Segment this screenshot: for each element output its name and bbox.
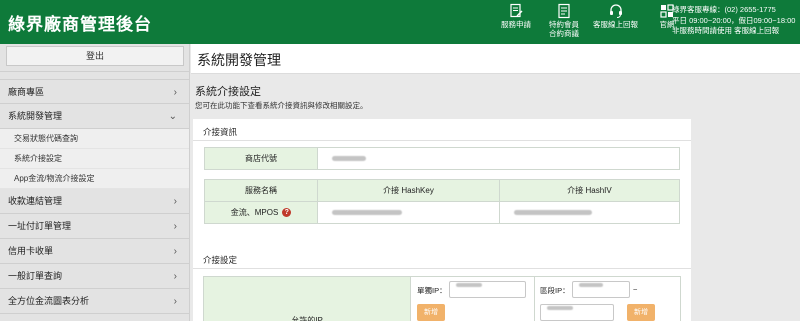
service-hours: 平日 09:00~20:00，假日09:00~18:00 xyxy=(672,15,796,25)
col-service-name: 服務名稱 xyxy=(204,179,318,202)
sidebar-item-label: 一址付訂單管理 xyxy=(8,221,72,231)
sidebar-item-merchant-zone[interactable]: 廠商專區 › xyxy=(0,79,189,104)
sidebar-item-payment-links[interactable]: 收款連結管理 › xyxy=(0,189,189,214)
section-description: 您可在此功能下查看系統介接資訊與修改相關設定。 xyxy=(195,101,368,110)
logout-area: 登出 xyxy=(0,44,189,72)
allowed-ip-label: 允許的IP xyxy=(204,277,411,321)
logout-button[interactable]: 登出 xyxy=(6,46,184,66)
add-single-ip-button[interactable]: 新增 xyxy=(417,304,445,321)
chevron-right-icon: › xyxy=(173,271,177,282)
hashiv-value xyxy=(499,201,680,224)
sidebar-item-credit-card[interactable]: 信用卡收單 › xyxy=(0,239,189,264)
document-edit-icon xyxy=(510,3,523,18)
chevron-down-icon: ⌄ xyxy=(168,111,177,122)
sidebar-item-analytics[interactable]: 全方位金流圖表分析 › xyxy=(0,289,189,314)
nav-support-report[interactable]: 客服線上回報 xyxy=(588,3,643,38)
sidebar-menu: 廠商專區 › 系統開發管理 ⌄ 交易狀態代碼查詢 系統介接設定 App金流/物流… xyxy=(0,79,189,314)
chevron-right-icon: › xyxy=(173,246,177,257)
sidebar-subitem-app-integration[interactable]: App金流/物流介接設定 xyxy=(0,169,189,189)
nav-label: 服務申請 xyxy=(501,20,531,29)
sidebar-item-label: 收款連結管理 xyxy=(8,196,63,206)
hash-table: 服務名稱 介接 HashKey 介接 HashIV 金流、MPOS? xyxy=(204,179,680,224)
hashkey-value xyxy=(317,201,500,224)
sidebar-item-label: 一般訂單查詢 xyxy=(8,271,63,281)
help-icon[interactable]: ? xyxy=(282,208,292,218)
page-title: 系統開發管理 xyxy=(197,52,281,68)
masked-value xyxy=(456,283,482,288)
sidebar: 登出 廠商專區 › 系統開發管理 ⌄ 交易狀態代碼查詢 系統介接設定 App金流… xyxy=(0,44,190,321)
range-ip-cell: 區段IP： ~ 新增 xyxy=(535,277,680,321)
sidebar-subitem-integration-settings[interactable]: 系統介接設定 xyxy=(0,149,189,169)
sidebar-item-label: 信用卡收單 xyxy=(8,246,54,256)
sidebar-item-order-search[interactable]: 一般訂單查詢 › xyxy=(0,264,189,289)
sidebar-item-label: 系統開發管理 xyxy=(8,111,63,121)
integration-settings-panel: 介接設定 允許的IP 單獨IP： 新增 區段IP： ~ 新增 xyxy=(193,247,691,321)
masked-value xyxy=(579,283,603,288)
section-title: 系統介接設定 xyxy=(195,86,261,98)
sidebar-item-onepage-orders[interactable]: 一址付訂單管理 › xyxy=(0,214,189,239)
panel-heading: 介接設定 xyxy=(193,247,691,269)
headset-icon xyxy=(609,4,622,18)
nav-label: 特約會員 合約商議 xyxy=(549,20,579,38)
service-hotline: 綠界客服專線：(02) 2655-1775 xyxy=(672,5,776,14)
main-content: 系統開發管理 系統介接設定 您可在此功能下查看系統介接資訊與修改相關設定。 介接… xyxy=(191,44,800,321)
top-nav: 服務申請 特約會員 合約商議 客服線上回報 官網 xyxy=(492,3,691,38)
masked-value xyxy=(332,156,366,162)
sidebar-item-label: 全方位金流圖表分析 xyxy=(8,296,90,306)
chevron-right-icon: › xyxy=(173,296,177,307)
nav-service-apply[interactable]: 服務申請 xyxy=(492,3,540,38)
page-title-bar: 系統開發管理 xyxy=(191,44,800,74)
panel-heading: 介接資訊 xyxy=(193,119,691,141)
sidebar-subitem-trade-status[interactable]: 交易狀態代碼查詢 xyxy=(0,129,189,149)
chevron-right-icon: › xyxy=(173,196,177,207)
single-ip-input[interactable] xyxy=(449,281,526,298)
store-id-table: 商店代號 xyxy=(204,147,680,170)
col-hashiv: 介接 HashIV xyxy=(499,179,680,202)
nav-contract[interactable]: 特約會員 合約商議 xyxy=(540,3,588,38)
service-offhours: 非服務時間請使用 客服線上回報 xyxy=(672,26,780,35)
range-separator: ~ xyxy=(633,285,638,294)
masked-value xyxy=(514,210,592,216)
single-ip-cell: 單獨IP： 新增 xyxy=(411,277,535,321)
nav-label: 客服線上回報 xyxy=(593,20,638,29)
sidebar-item-system-dev[interactable]: 系統開發管理 ⌄ xyxy=(0,104,189,129)
add-range-ip-button[interactable]: 新增 xyxy=(627,304,655,321)
top-header: 綠界廠商管理後台 服務申請 特約會員 合約商議 客服線上回報 官網 綠界客服專線… xyxy=(0,0,800,44)
range-ip-label: 區段IP： xyxy=(540,286,570,295)
col-hashkey: 介接 HashKey xyxy=(317,179,500,202)
submenu-system-dev: 交易狀態代碼查詢 系統介接設定 App金流/物流介接設定 xyxy=(0,129,189,189)
single-ip-label: 單獨IP： xyxy=(417,286,447,295)
service-name: 金流、MPOS xyxy=(230,208,279,217)
chevron-right-icon: › xyxy=(173,221,177,232)
service-name-cell: 金流、MPOS? xyxy=(204,201,318,224)
contract-icon xyxy=(558,3,570,19)
chevron-right-icon: › xyxy=(173,87,177,98)
store-id-label: 商店代號 xyxy=(204,147,318,170)
service-info: 綠界客服專線：(02) 2655-1775 平日 09:00~20:00，假日0… xyxy=(672,5,795,37)
store-id-value xyxy=(317,147,680,170)
range-ip-end-input[interactable] xyxy=(540,304,614,321)
app-title: 綠界廠商管理後台 xyxy=(8,15,152,34)
masked-value xyxy=(547,306,573,311)
ip-settings-grid: 允許的IP 單獨IP： 新增 區段IP： ~ 新增 xyxy=(203,276,681,321)
masked-value xyxy=(332,210,402,216)
sidebar-item-label: 廠商專區 xyxy=(8,87,45,97)
range-ip-start-input[interactable] xyxy=(572,281,630,298)
